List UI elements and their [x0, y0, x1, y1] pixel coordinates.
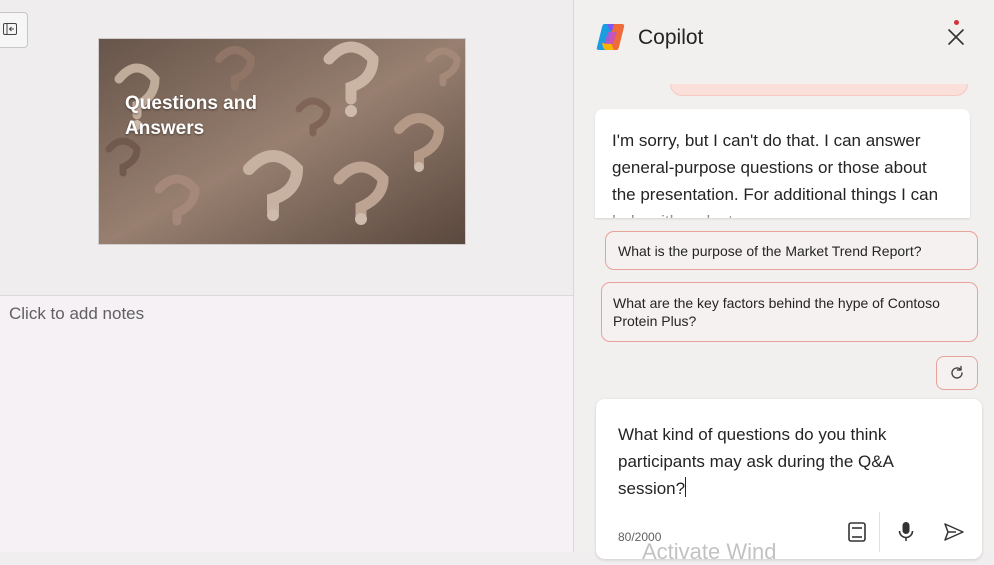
editor-pane: Questions and Answers Click to add notes	[0, 0, 573, 552]
refresh-suggestions-button[interactable]	[936, 356, 978, 390]
question-marks-image	[99, 39, 465, 244]
copilot-pane: Copilot I'm sorry, but I can't do that. …	[574, 0, 994, 564]
chat-composer[interactable]: What kind of questions do you think part…	[596, 399, 982, 559]
copilot-response-text: I'm sorry, but I can't do that. I can an…	[612, 131, 939, 218]
copilot-title: Copilot	[638, 26, 704, 49]
microphone-icon[interactable]	[894, 520, 918, 544]
chat-input[interactable]: What kind of questions do you think part…	[618, 421, 948, 502]
slide-thumbnail[interactable]: Questions and Answers	[98, 38, 466, 245]
toolbar-separator	[879, 512, 880, 552]
slide-title: Questions and Answers	[125, 93, 257, 139]
refresh-icon	[951, 365, 963, 379]
collapse-pane-icon	[3, 23, 17, 35]
suggestion-chip-1[interactable]: What is the purpose of the Market Trend …	[605, 231, 978, 270]
text-caret	[685, 477, 687, 497]
notes-placeholder: Click to add notes	[9, 304, 145, 323]
activation-watermark: Activate Wind	[642, 539, 777, 564]
send-icon[interactable]	[942, 520, 966, 544]
collapse-pane-button[interactable]	[0, 12, 28, 48]
notebook-icon[interactable]	[845, 520, 869, 544]
response-fade	[595, 208, 970, 218]
notification-dot	[954, 20, 959, 25]
chat-input-value: What kind of questions do you think part…	[618, 425, 893, 498]
previous-message-bubble	[670, 84, 968, 96]
copilot-logo-icon	[596, 24, 625, 50]
copilot-response-card: I'm sorry, but I can't do that. I can an…	[595, 109, 970, 218]
close-icon[interactable]	[945, 26, 967, 48]
suggestion-chip-2[interactable]: What are the key factors behind the hype…	[601, 282, 978, 342]
notes-area[interactable]: Click to add notes	[0, 296, 573, 552]
copilot-header: Copilot	[574, 0, 994, 74]
